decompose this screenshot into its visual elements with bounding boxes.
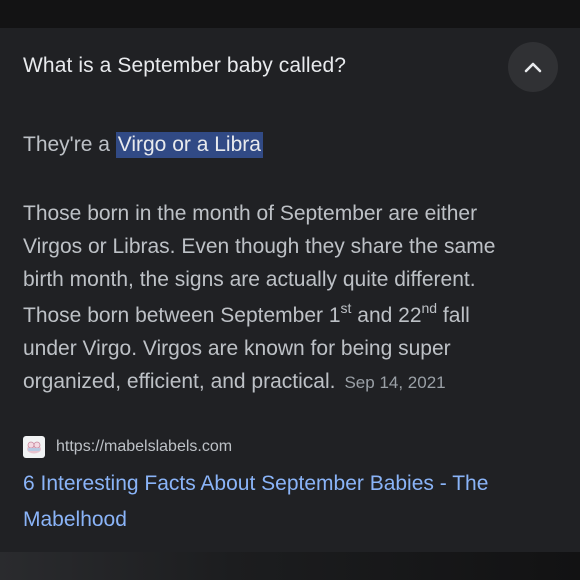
short-answer-highlight: Virgo or a Libra [115,132,263,158]
long-answer-line: birth month, the signs are actually quit… [23,268,476,291]
result-title-link[interactable]: 6 Interesting Facts About September Babi… [23,466,553,538]
long-answer-line: organized, efficient, and practical. Sep … [23,365,553,399]
long-answer-line: under Virgo. Virgos are known for being … [23,337,451,360]
top-strip [0,0,580,28]
chevron-up-icon [524,62,542,73]
long-answer-line: Those born between September 1st and 22n… [23,299,553,332]
short-answer: They're a Virgo or a Libra [23,132,263,158]
question-heading[interactable]: What is a September baby called? [23,54,346,78]
source-row[interactable]: https://mabelslabels.com [23,436,232,458]
mabels-labels-favicon-icon [23,436,45,458]
bottom-strip [0,552,580,580]
long-answer: Those born in the month of September are… [23,197,553,399]
long-answer-line: Those born in the month of September are… [23,202,478,225]
long-answer-text: Those born between September 1 [23,304,341,327]
long-answer-text: and 22 [351,304,422,327]
search-results-page: What is a September baby called? They're… [0,0,580,580]
long-answer-text: organized, efficient, and practical. [23,370,336,393]
ordinal-suffix: nd [421,300,438,316]
snippet-date: Sep 14, 2021 [344,373,446,392]
long-answer-text: fall [437,304,470,327]
long-answer-line: Virgos or Libras. Even though they share… [23,235,496,258]
collapse-button[interactable] [508,42,558,92]
ordinal-suffix: st [340,300,352,316]
short-answer-prefix: They're a [23,133,116,156]
source-url[interactable]: https://mabelslabels.com [56,438,232,456]
